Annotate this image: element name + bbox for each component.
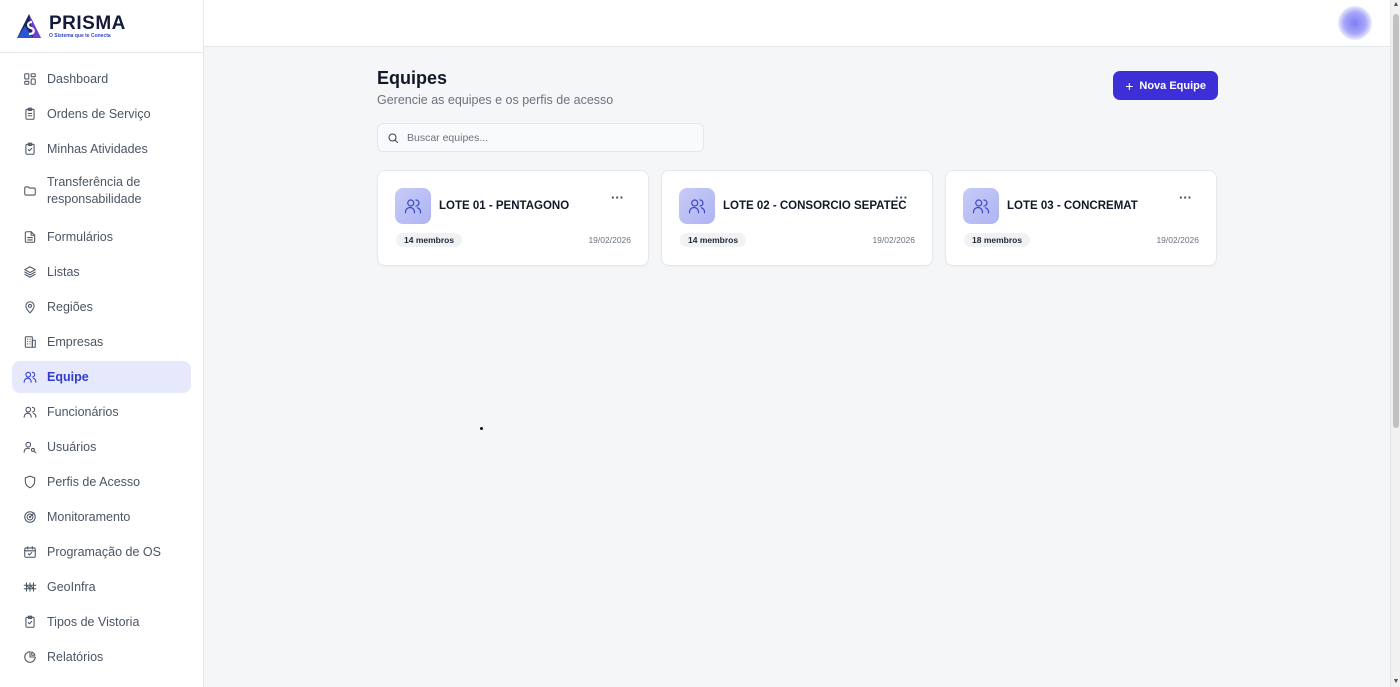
- sidebar-item-ordens-de-servico[interactable]: Ordens de Serviço: [12, 98, 191, 130]
- clipboard-check-icon: [23, 615, 37, 629]
- search-box: [377, 123, 704, 152]
- building-icon: [23, 335, 37, 349]
- sidebar-item-label: Transferência de responsabilidade: [47, 175, 142, 206]
- users-icon: [679, 188, 715, 224]
- page-subtitle: Gerencie as equipes e os perfis de acess…: [377, 93, 614, 107]
- sidebar-nav: Dashboard Ordens de Serviço Minhas Ativi…: [0, 53, 203, 673]
- sidebar-item-label: Usuários: [47, 440, 97, 454]
- plus-icon: +: [1125, 77, 1134, 94]
- sidebar: PRISMA O Sistema que te Conecta Dashboar…: [0, 0, 204, 687]
- map-pin-icon: [23, 300, 37, 314]
- calendar-check-icon: [23, 545, 37, 559]
- folder-icon: [23, 184, 37, 198]
- users-icon: [395, 188, 431, 224]
- search-input[interactable]: [407, 131, 687, 144]
- brand-tagline: O Sistema que te Conecta: [49, 32, 111, 39]
- more-options-icon[interactable]: ···: [895, 191, 908, 204]
- new-team-button[interactable]: + Nova Equipe: [1113, 71, 1218, 100]
- sidebar-item-label: GeoInfra: [47, 580, 96, 594]
- sidebar-item-regioes[interactable]: Regiões: [12, 291, 191, 323]
- sidebar-item-label: Relatórios: [47, 650, 104, 664]
- clipboard-check-icon: [23, 142, 37, 156]
- brand-name: PRISMA: [49, 12, 126, 34]
- sidebar-item-geoinfra[interactable]: GeoInfra: [12, 571, 191, 603]
- sidebar-item-label: Tipos de Vistoria: [47, 615, 140, 629]
- more-options-icon[interactable]: ···: [1179, 191, 1192, 204]
- file-text-icon: [23, 230, 37, 244]
- members-badge: 14 membros: [680, 233, 747, 247]
- sidebar-item-relatorios[interactable]: Relatórios: [12, 641, 191, 673]
- team-date: 19/02/2026: [588, 235, 631, 245]
- sidebar-item-label: Minhas Atividades: [47, 142, 148, 156]
- sidebar-item-label: Monitoramento: [47, 510, 131, 524]
- page-title: Equipes: [377, 68, 448, 88]
- sidebar-item-dashboard[interactable]: Dashboard: [12, 63, 191, 95]
- mouse-cursor: [480, 427, 483, 430]
- team-card-list: LOTE 01 - PENTAGONO ··· 14 membros 19/02…: [377, 170, 1218, 266]
- sidebar-item-listas[interactable]: Listas: [12, 256, 191, 288]
- more-options-icon[interactable]: ···: [611, 191, 624, 204]
- sidebar-item-transferencia[interactable]: Transferência de responsabilidade: [12, 171, 191, 211]
- sidebar-item-label: Listas: [47, 265, 80, 279]
- scroll-down-icon[interactable]: ▼: [1392, 677, 1400, 687]
- dashboard-icon: [23, 72, 37, 86]
- pie-chart-icon: [23, 650, 37, 664]
- team-card[interactable]: LOTE 01 - PENTAGONO ··· 14 membros 19/02…: [377, 170, 649, 266]
- sidebar-item-programacao-de-os[interactable]: Programação de OS: [12, 536, 191, 568]
- sidebar-item-label: Perfis de Acesso: [47, 475, 141, 489]
- sidebar-item-label: Dashboard: [47, 72, 109, 86]
- sidebar-item-label: Regiões: [47, 300, 93, 314]
- sidebar-item-usuarios[interactable]: Usuários: [12, 431, 191, 463]
- sidebar-item-formularios[interactable]: Formulários: [12, 221, 191, 253]
- sidebar-item-label: Formulários: [47, 230, 113, 244]
- sidebar-item-funcionarios[interactable]: Funcionários: [12, 396, 191, 428]
- sidebar-item-label: Funcionários: [47, 405, 119, 419]
- sidebar-item-tipos-de-vistoria[interactable]: Tipos de Vistoria: [12, 606, 191, 638]
- sidebar-item-minhas-atividades[interactable]: Minhas Atividades: [12, 133, 191, 165]
- users-icon: [23, 370, 37, 384]
- members-badge: 18 membros: [964, 233, 1031, 247]
- team-date: 19/02/2026: [1156, 235, 1199, 245]
- clipboard-icon: [23, 107, 37, 121]
- sidebar-item-empresas[interactable]: Empresas: [12, 326, 191, 358]
- user-avatar[interactable]: [1338, 6, 1372, 40]
- sidebar-item-monitoramento[interactable]: Monitoramento: [12, 501, 191, 533]
- users-icon: [23, 405, 37, 419]
- sidebar-item-label: Equipe: [47, 370, 89, 384]
- page-scrollbar[interactable]: ▲ ▼: [1390, 0, 1400, 687]
- brand-logo[interactable]: PRISMA O Sistema que te Conecta: [0, 0, 203, 53]
- sidebar-item-equipe[interactable]: Equipe: [12, 361, 191, 393]
- team-name: LOTE 01 - PENTAGONO: [439, 200, 570, 212]
- sidebar-item-label: Empresas: [47, 335, 104, 349]
- team-name: LOTE 02 - CONSORCIO SEPATEC: [723, 200, 907, 212]
- scrollbar-thumb[interactable]: [1393, 14, 1399, 428]
- members-badge: 14 membros: [396, 233, 463, 247]
- scroll-up-icon[interactable]: ▲: [1392, 0, 1400, 10]
- team-card[interactable]: LOTE 03 - CONCREMAT ··· 18 membros 19/02…: [945, 170, 1217, 266]
- infrastructure-icon: [23, 580, 37, 594]
- sidebar-item-label: Ordens de Serviço: [47, 107, 151, 121]
- topbar: [204, 0, 1390, 47]
- sidebar-item-perfis-de-acesso[interactable]: Perfis de Acesso: [12, 466, 191, 498]
- user-key-icon: [23, 440, 37, 454]
- prisma-logo-icon: [15, 12, 47, 40]
- team-name: LOTE 03 - CONCREMAT: [1007, 200, 1138, 212]
- radar-icon: [23, 510, 37, 524]
- layers-icon: [23, 265, 37, 279]
- users-icon: [963, 188, 999, 224]
- shield-icon: [23, 475, 37, 489]
- search-icon: [388, 133, 398, 143]
- sidebar-item-label: Programação de OS: [47, 545, 161, 559]
- team-date: 19/02/2026: [872, 235, 915, 245]
- main-content: Equipes Gerencie as equipes e os perfis …: [377, 68, 1218, 266]
- new-team-button-label: Nova Equipe: [1139, 79, 1206, 92]
- team-card[interactable]: LOTE 02 - CONSORCIO SEPATEC ··· 14 membr…: [661, 170, 933, 266]
